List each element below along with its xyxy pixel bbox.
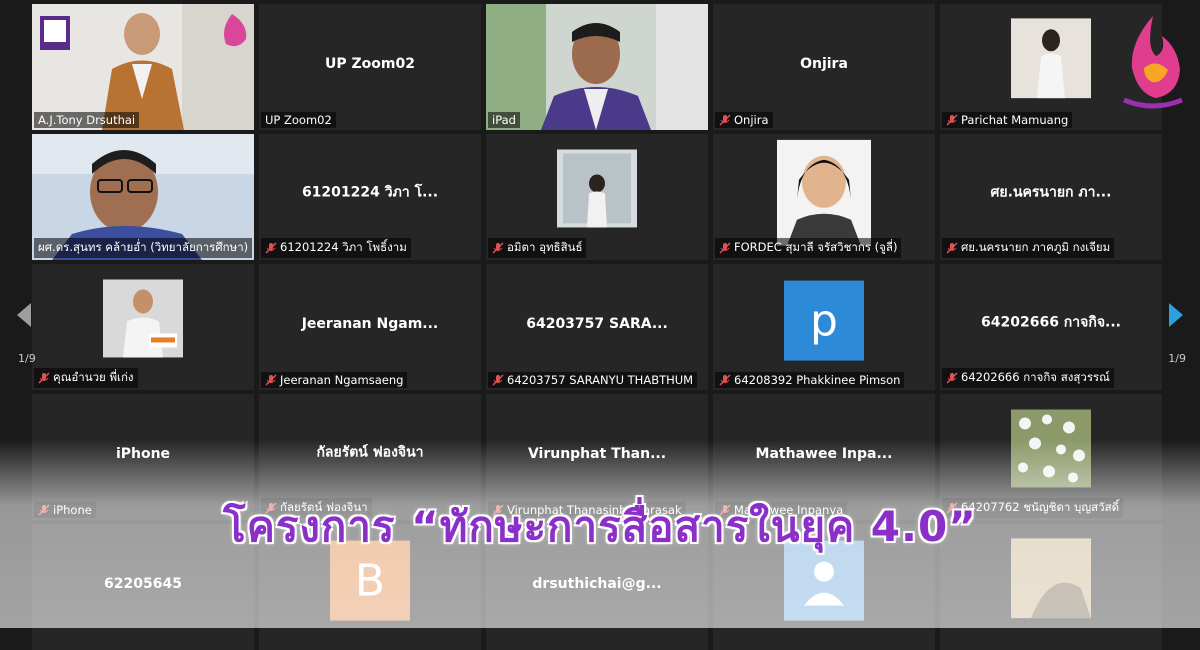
participant-name-label: 61201224 วิภา โพธิ์งาม [261,238,411,258]
college-logo [1116,12,1190,116]
participant-name-label: อมิตา อุทธิสินธ์ [488,238,587,258]
participant-name-label: ศย.นครนายก ภาคภูมิ กงเจียม [942,238,1115,258]
participant-video [557,149,637,231]
participant-name-label: 64203757 SARANYU THABTHUM [488,372,698,388]
muted-mic-icon [265,374,277,386]
participant-tile[interactable]: Onjira Onjira [713,4,935,130]
next-page-button[interactable] [1164,285,1188,345]
participant-name-label: 64202666 กาจกิจ สงสุวรรณ์ [942,368,1114,388]
participant-name-label: UP Zoom02 [261,112,336,128]
muted-mic-icon [946,114,958,126]
participant-tile[interactable]: 61201224 วิภา โ... 61201224 วิภา โพธิ์งา… [259,134,481,260]
participant-display-name: Jeeranan Ngam... [301,315,439,332]
muted-mic-icon [719,242,731,254]
participant-tile[interactable]: A.J.Tony Drsuthai [32,4,254,130]
participant-display-name: UP Zoom02 [325,55,415,72]
banner-title: โครงการ “ทักษะการสื่อสารในยุค 4.0” [223,502,977,551]
participant-name-label: คุณอำนวย พี่เก่ง [34,368,138,388]
chevron-left-icon [17,303,31,327]
page-indicator-right: 1/9 [1168,352,1186,365]
muted-mic-icon [265,242,277,254]
chevron-right-icon [1169,303,1183,327]
participant-tile[interactable]: Jeeranan Ngam... Jeeranan Ngamsaeng [259,264,481,390]
muted-mic-icon [492,374,504,386]
muted-mic-icon [492,242,504,254]
previous-page-button[interactable] [12,285,36,345]
participant-name-label: 64208392 Phakkinee Pimson [715,372,905,388]
avatar: p [784,280,864,361]
participant-video [777,139,871,250]
participant-name-label: A.J.Tony Drsuthai [34,112,140,128]
participant-display-name: 64203757 SARA... [526,315,668,332]
page-indicator-left: 1/9 [18,352,36,365]
participant-tile[interactable]: อมิตา อุทธิสินธ์ [486,134,708,260]
muted-mic-icon [719,374,731,386]
muted-mic-icon [38,372,50,384]
participant-name-label: iPad [488,112,520,128]
participant-tile[interactable]: คุณอำนวย พี่เก่ง [32,264,254,390]
participant-tile[interactable]: UP Zoom02 UP Zoom02 [259,4,481,130]
participant-tile[interactable]: 64202666 กาจกิจ... 64202666 กาจกิจ สงสุว… [940,264,1162,390]
participant-display-name: Mathawee Inpa... [755,445,893,462]
muted-mic-icon [719,114,731,126]
participant-video [103,279,183,361]
participant-display-name: กัลยรัตน์ ฟองจินา [316,444,424,461]
participant-display-name: 62205645 [104,575,182,592]
muted-mic-icon [946,372,958,384]
participant-video [1011,409,1091,491]
participant-name-label: Jeeranan Ngamsaeng [261,372,408,388]
participant-tile[interactable]: FORDEC สุมาลี จรัสวิชากร (จูลี่) [713,134,935,260]
participant-tile[interactable]: ศย.นครนายก ภา... ศย.นครนายก ภาคภูมิ กงเจ… [940,134,1162,260]
participant-display-name: 64202666 กาจกิจ... [981,314,1121,331]
muted-mic-icon [946,242,958,254]
participant-display-name: drsuthichai@g... [532,575,662,592]
participant-tile-active-speaker[interactable]: ผศ.ดร.สุนทร คล้ายอ่ำ (วิทยาลัยการศึกษา) [32,134,254,260]
participant-video [1011,18,1091,102]
participant-name-label: ผศ.ดร.สุนทร คล้ายอ่ำ (วิทยาลัยการศึกษา) [34,238,253,258]
participant-tile[interactable]: p 64208392 Phakkinee Pimson [713,264,935,390]
participant-display-name: iPhone [115,445,171,462]
participant-display-name: Virunphat Than... [527,445,667,462]
participant-tile[interactable]: iPad [486,4,708,130]
person-icon [804,561,844,606]
participant-name-label: Onjira [715,112,773,128]
participant-name-label: Parichat Mamuang [942,112,1073,128]
participant-display-name: ศย.นครนายก ภา... [990,184,1112,201]
participant-name-label: FORDEC สุมาลี จรัสวิชากร (จูลี่) [715,238,902,258]
participant-tile[interactable]: 64203757 SARA... 64203757 SARANYU THABTH… [486,264,708,390]
participant-display-name: Onjira [800,55,848,72]
participant-display-name: 61201224 วิภา โ... [301,184,439,201]
